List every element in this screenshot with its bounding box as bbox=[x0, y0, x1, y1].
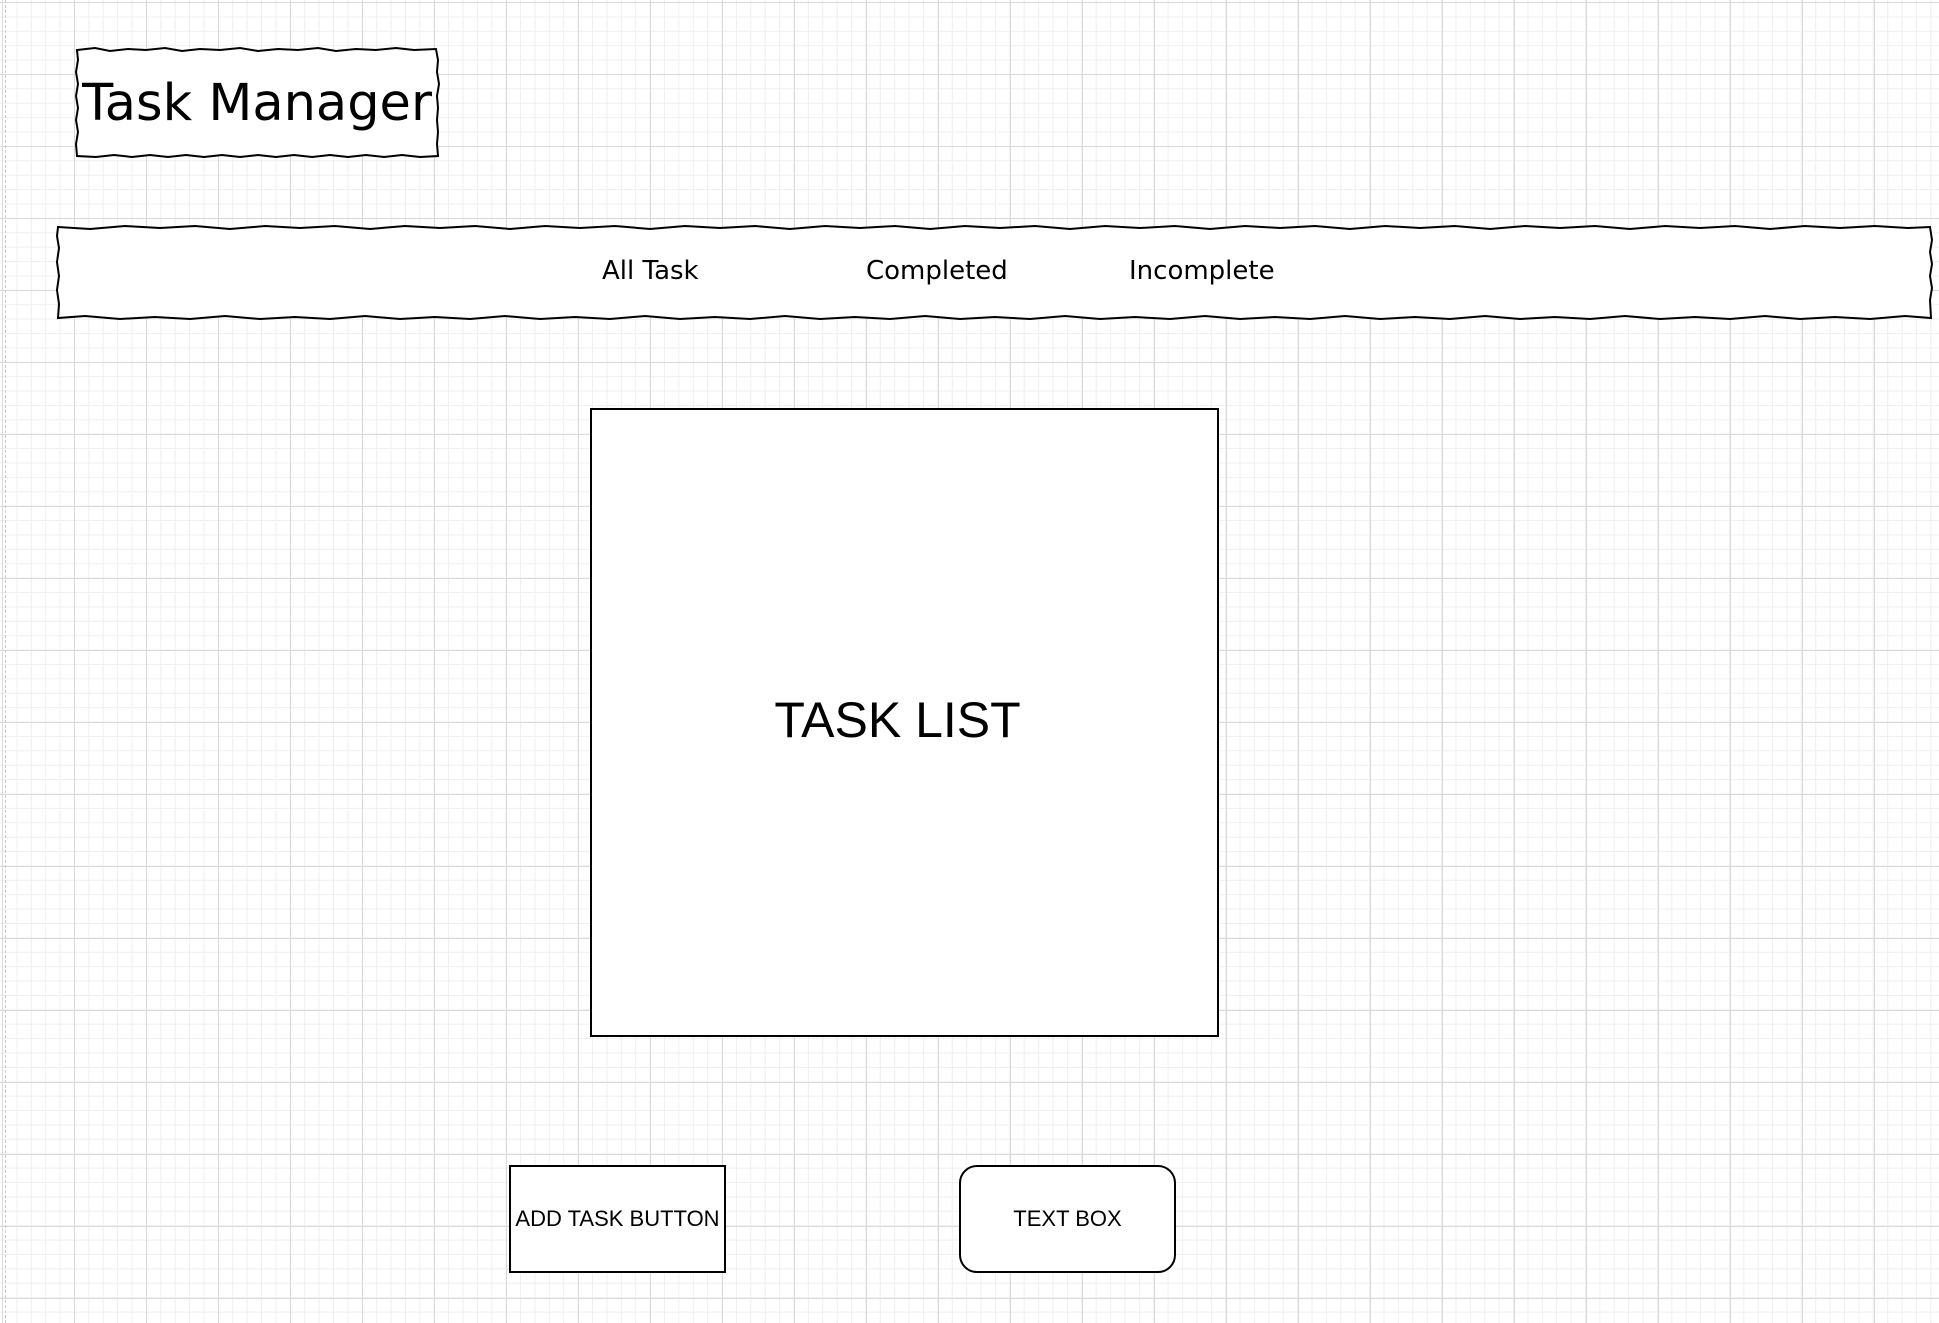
task-list-label: TASK LIST bbox=[774, 691, 1021, 748]
app-title: Task Manager bbox=[82, 73, 432, 133]
task-list-panel: TASK LIST bbox=[590, 408, 1219, 1037]
tab-completed[interactable]: Completed bbox=[866, 256, 1008, 286]
tab-incomplete[interactable]: Incomplete bbox=[1129, 256, 1275, 286]
tab-all-task[interactable]: All Task bbox=[602, 256, 699, 286]
text-box[interactable]: TEXT BOX bbox=[959, 1165, 1176, 1273]
add-task-button[interactable]: ADD TASK BUTTON bbox=[509, 1165, 726, 1273]
